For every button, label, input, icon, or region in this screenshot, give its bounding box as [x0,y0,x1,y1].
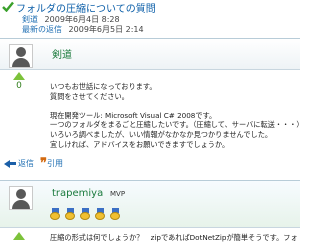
medal-icon [50,208,61,220]
reply-label: 返信 [18,159,34,168]
medal-icon [65,208,76,220]
post-line: 圧縮の形式は何でしょうか？ zipであればDotNetZipが簡単そうです。フォ [50,233,298,242]
post-line: いろいろ調べましたが、いい情報がなかなか見つかりませんでした。 [50,129,273,139]
quote-button[interactable]: ❞引用 [40,155,63,171]
avatar[interactable] [9,186,33,210]
medal-icon [110,208,121,220]
avatar-body [12,200,30,209]
post-line: 一つのフォルダをまるごと圧縮したいです。（圧縮して、サーバに転送・・・） [50,120,304,130]
reply-button[interactable]: 返信 [4,158,34,169]
vote-up-icon[interactable] [13,72,25,80]
mvp-badge: MVP [110,190,126,198]
post-line: 質問をさせてください。 [50,91,129,101]
thread-header: フォルダの圧縮についての質問 剣道 2009年6月4日 8:28 最新の返信 2… [0,0,300,36]
avatar-body [12,58,30,67]
medal-icon [95,208,106,220]
post-question: 剣道 0 いつもお世話になっております。 質問をさせてください。 現在開発ツール… [0,38,304,180]
author-name[interactable]: trapemiya [52,188,103,199]
reply-arrow-icon [4,159,16,168]
meta-created-time: 2009年6月4日 8:28 [44,15,120,24]
vote-widget [12,232,26,240]
post-body: 圧縮の形式は何でしょうか？ zipであればDotNetZipが簡単そうです。フォ [50,233,298,243]
post-line: 現在開発ツール: Microsoft Visual C# 2008です。 [50,110,217,120]
post-answer: trapemiya MVP 圧縮の形式は何でしょうか？ zipであればDotNe… [0,180,300,244]
post-body: いつもお世話になっております。 質問をさせてください。 現在開発ツール: Mic… [50,82,304,149]
post-line: いつもお世話になっております。 [50,82,157,91]
vote-widget: 0 [12,72,26,91]
thread-meta-latest: 最新の返信 2009年6月5日 2:14 [22,24,144,35]
post-header: trapemiya MVP [0,180,300,228]
post-line [50,101,304,111]
post-line: 宜しければ、アドバイスをお願いできますでしょうか。 [50,139,230,149]
post-header: 剣道 [0,38,300,70]
answered-check-icon [2,1,14,12]
vote-count: 0 [16,81,22,91]
vote-up-icon[interactable] [13,232,25,240]
medal-icon [80,208,91,220]
author-name[interactable]: 剣道 [52,46,72,61]
medal-row [50,205,150,220]
avatar-head [16,47,26,57]
avatar-head [16,189,26,199]
quote-icon: ❞ [40,155,47,171]
thread-title[interactable]: フォルダの圧縮についての質問 [16,0,156,15]
avatar[interactable] [9,44,33,68]
meta-latest-time: 2009年6月5日 2:14 [68,25,144,34]
meta-author-link[interactable]: 剣道 [22,15,38,24]
quote-label: 引用 [47,159,63,168]
meta-latest-reply-link[interactable]: 最新の返信 [22,25,62,34]
